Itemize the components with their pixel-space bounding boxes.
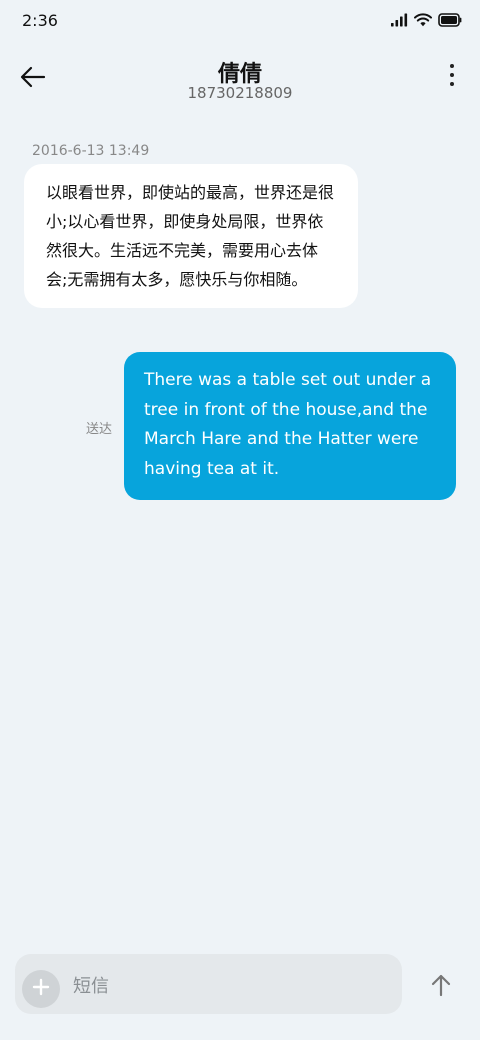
more-vertical-icon (450, 64, 454, 86)
wifi-icon (414, 12, 432, 31)
plus-icon (32, 978, 50, 1000)
sms-input[interactable]: 短信 (73, 972, 109, 998)
attach-button[interactable] (22, 970, 60, 1008)
contact-number: 18730218809 (187, 84, 293, 102)
status-icons (390, 12, 462, 31)
message-composer: 短信 (15, 954, 402, 1014)
message-timestamp: 2016-6-13 13:49 (32, 143, 150, 159)
battery-icon (438, 12, 462, 31)
send-button[interactable] (422, 968, 460, 1006)
delivery-status: 送达 (86, 422, 113, 437)
status-bar: 2:36 (0, 0, 480, 44)
arrow-up-icon (430, 973, 452, 1001)
conversation-header: 倩倩 18730218809 (0, 44, 480, 114)
incoming-message-text: 以眼看世界，即使站的最高，世界还是很小;以心看世界，即使身处局限，世界依然很大。… (46, 183, 335, 289)
signal-icon (390, 12, 408, 31)
incoming-message-bubble[interactable]: 以眼看世界，即使站的最高，世界还是很小;以心看世界，即使身处局限，世界依然很大。… (24, 164, 358, 308)
status-time: 2:36 (22, 11, 58, 30)
outgoing-message-bubble[interactable]: There was a table set out under a tree i… (124, 352, 456, 500)
more-options-button[interactable] (444, 64, 460, 94)
outgoing-message-text: There was a table set out under a tree i… (144, 370, 432, 479)
